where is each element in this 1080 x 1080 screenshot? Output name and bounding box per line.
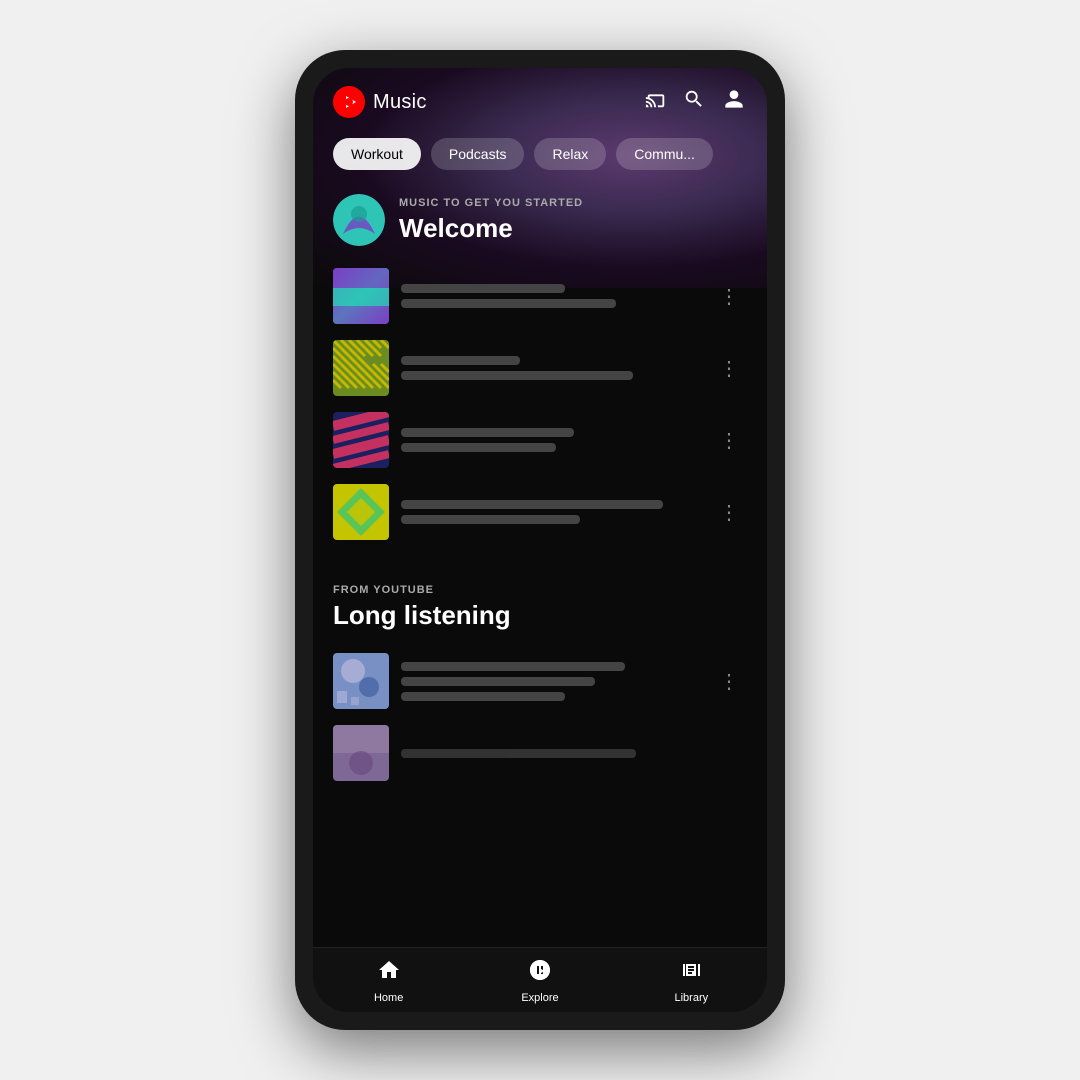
nav-explore-label: Explore (521, 992, 558, 1004)
track-title-line (401, 428, 574, 437)
track-more-button[interactable]: ⋮ (711, 352, 747, 385)
track-thumbnail (333, 412, 389, 468)
nav-explore[interactable]: Explore (464, 958, 615, 1004)
tab-relax[interactable]: Relax (534, 138, 606, 170)
track-item[interactable]: ⋮ (333, 332, 747, 404)
home-icon (377, 958, 401, 988)
long-listening-section: FROM YOUTUBE Long listening (313, 568, 767, 799)
welcome-section: MUSIC TO GET YOU STARTED Welcome (313, 184, 767, 568)
library-icon (679, 958, 703, 988)
nav-library-label: Library (675, 992, 709, 1004)
long-listening-title: Long listening (333, 600, 747, 631)
yt-music-logo (333, 86, 365, 118)
track-thumbnail (333, 484, 389, 540)
nav-home[interactable]: Home (313, 958, 464, 1004)
welcome-avatar (333, 194, 385, 246)
welcome-section-header: MUSIC TO GET YOU STARTED Welcome (333, 194, 747, 246)
nav-library[interactable]: Library (616, 958, 767, 1004)
track-more-button[interactable]: ⋮ (711, 424, 747, 457)
track-subtitle-line (401, 371, 633, 380)
track-info (401, 749, 747, 758)
track-thumbnail (333, 725, 389, 781)
cast-icon[interactable] (645, 88, 667, 116)
track-thumbnail (333, 340, 389, 396)
phone-screen: Music (313, 68, 767, 1012)
bottom-nav: Home Explore Library (313, 947, 767, 1012)
track-info (401, 662, 699, 701)
app-name: Music (373, 91, 427, 114)
track-title-line (401, 284, 565, 293)
track-item[interactable]: ⋮ (333, 645, 747, 717)
nav-home-label: Home (374, 992, 403, 1004)
track-thumbnail (333, 653, 389, 709)
track-title-line (401, 500, 663, 509)
header-icons (645, 86, 747, 118)
track-subtitle-line (401, 443, 556, 452)
track-item[interactable]: ⋮ (333, 404, 747, 476)
track-info (401, 356, 699, 380)
track-more-button[interactable]: ⋮ (711, 280, 747, 313)
track-item[interactable] (333, 717, 747, 789)
app-header: Music (313, 68, 767, 130)
track-meta-line (401, 692, 565, 701)
track-info (401, 500, 699, 524)
long-listening-label: FROM YOUTUBE (333, 584, 747, 596)
tab-podcasts[interactable]: Podcasts (431, 138, 525, 170)
tab-community[interactable]: Commu... (616, 138, 713, 170)
search-icon[interactable] (683, 88, 705, 116)
track-info (401, 428, 699, 452)
track-item[interactable]: ⋮ (333, 476, 747, 548)
track-thumbnail (333, 268, 389, 324)
track-title-line (401, 356, 520, 365)
explore-icon (528, 958, 552, 988)
account-icon[interactable] (721, 86, 747, 118)
category-tabs: Workout Podcasts Relax Commu... (313, 130, 767, 184)
track-subtitle-line (401, 515, 580, 524)
track-title-line (401, 749, 636, 758)
main-content: MUSIC TO GET YOU STARTED Welcome (313, 184, 767, 947)
track-more-button[interactable]: ⋮ (711, 665, 747, 698)
welcome-label: MUSIC TO GET YOU STARTED (399, 197, 583, 209)
track-subtitle-line (401, 677, 595, 686)
welcome-title-block: MUSIC TO GET YOU STARTED Welcome (399, 197, 583, 244)
track-subtitle-line (401, 299, 616, 308)
phone-frame: Music (295, 50, 785, 1030)
tab-workout[interactable]: Workout (333, 138, 421, 170)
track-more-button[interactable]: ⋮ (711, 496, 747, 529)
track-info (401, 284, 699, 308)
logo-area: Music (333, 86, 427, 118)
welcome-title: Welcome (399, 213, 583, 244)
track-title-line (401, 662, 625, 671)
track-item[interactable]: ⋮ (333, 260, 747, 332)
